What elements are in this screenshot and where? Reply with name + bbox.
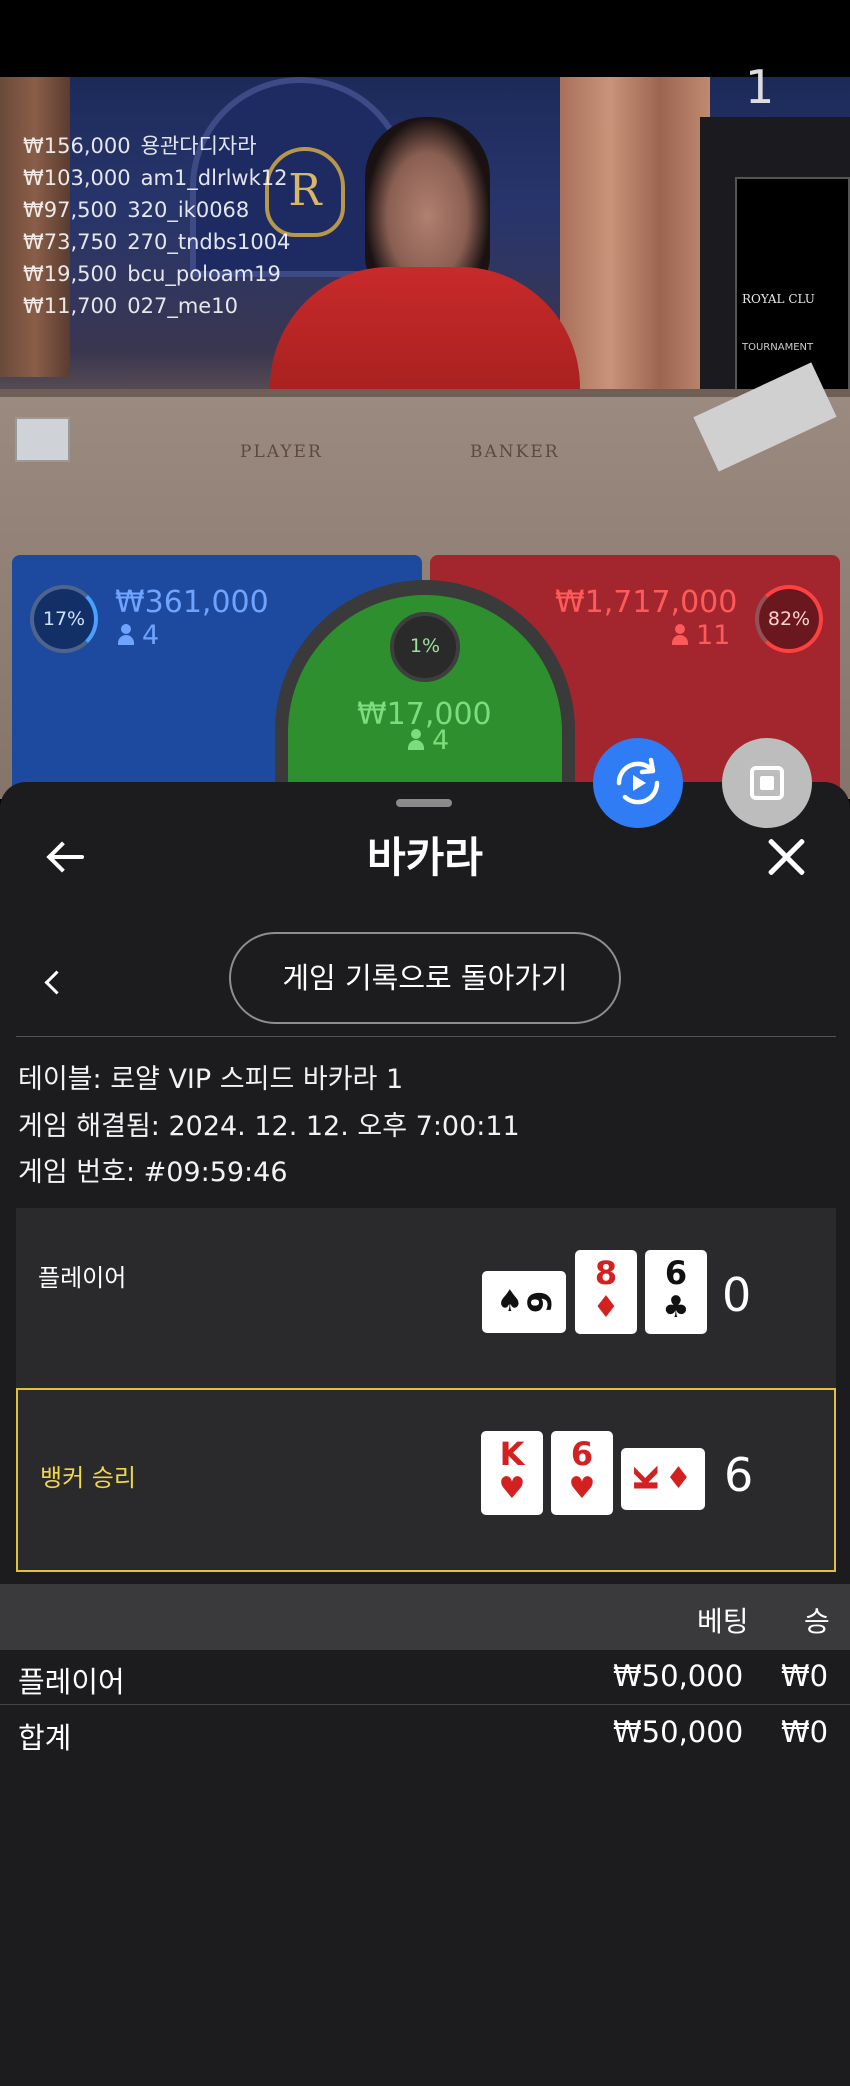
sheet-drag-handle[interactable] — [396, 799, 452, 807]
table-row: 합계 ₩50,000 ₩0 — [0, 1706, 850, 1761]
user-icon — [408, 729, 424, 751]
leaderboard-row: ₩11,700 027_me10 — [23, 290, 290, 322]
table-label-player: PLAYER — [240, 442, 323, 462]
leaderboard-row: ₩19,500 bcu_poloam19 — [23, 258, 290, 290]
resolved-time: 게임 해결됨: 2024. 12. 12. 오후 7:00:11 — [18, 1111, 520, 1142]
playing-card: 6 ♥ — [551, 1431, 613, 1515]
chevron-left-icon[interactable] — [40, 970, 64, 994]
bet-amount: ₩50,000 — [613, 1715, 744, 1749]
card-suit: ♥ — [568, 1471, 596, 1506]
leaderboard-row: ₩156,000 용관다디자라 — [23, 130, 290, 162]
bet-column-header: 베팅 — [697, 1605, 749, 1638]
round-number: 1 — [745, 60, 775, 114]
card-suit: ♦ — [664, 1461, 692, 1496]
card-suit: ♣ — [662, 1290, 690, 1325]
divider — [16, 1036, 836, 1037]
leaderboard-user: 270_tndbs1004 — [127, 230, 291, 254]
card-suit: ♠ — [496, 1284, 524, 1319]
game-history-sheet: 바카라 게임 기록으로 돌아가기 테이블: 로얄 VIP 스피드 바카라 1 게… — [0, 782, 850, 2086]
banker-result-label: 뱅커 승리 — [40, 1464, 136, 1492]
player-score: 0 — [722, 1268, 752, 1322]
table-name: 테이블: 로얄 VIP 스피드 바카라 1 — [18, 1064, 404, 1095]
leaderboard-row: ₩97,500 320_ik0068 — [23, 194, 290, 226]
playing-card: ♠ 9 — [482, 1271, 566, 1333]
playing-card: 6 ♣ — [645, 1250, 707, 1334]
leaderboard-amount: ₩19,500 — [23, 262, 118, 286]
banker-count-value: 11 — [696, 620, 731, 651]
leaderboard-amount: ₩103,000 — [23, 166, 131, 190]
player-result-row: 플레이어 ♠ 9 8 ♦ 6 ♣ 0 — [16, 1208, 836, 1388]
back-to-history-button[interactable]: 게임 기록으로 돌아가기 — [229, 932, 621, 1024]
status-bar — [0, 0, 850, 77]
tie-bettor-count: 4 — [408, 725, 449, 756]
player-total-bet: ₩361,000 — [115, 585, 269, 620]
card-rank: 6 — [664, 1254, 688, 1292]
table-row: 플레이어 ₩50,000 ₩0 — [0, 1650, 850, 1705]
user-icon — [672, 624, 688, 646]
banker-bettor-count: 11 — [672, 620, 730, 651]
discard-tray — [15, 417, 70, 462]
win-amount: ₩0 — [781, 1659, 829, 1693]
stop-icon — [750, 766, 784, 800]
leaderboard-user: 용관다디자라 — [140, 134, 257, 158]
playing-card: 8 ♦ — [575, 1250, 637, 1334]
game-number: 게임 번호: #09:59:46 — [18, 1157, 288, 1188]
tie-percent-gauge: 1% — [390, 612, 460, 682]
banker-total-bet: ₩1,717,000 — [555, 585, 738, 620]
leaderboard-row: ₩103,000 am1_dlrlwk12 — [23, 162, 290, 194]
winners-leaderboard: ₩156,000 용관다디자라 ₩103,000 am1_dlrlwk12 ₩97,… — [23, 130, 290, 322]
player-count-value: 4 — [142, 620, 160, 651]
curtain-right — [560, 77, 710, 407]
table-label-banker: BANKER — [470, 442, 560, 462]
bet-name: 플레이어 — [18, 1665, 125, 1699]
leaderboard-user: 027_me10 — [127, 294, 238, 318]
sheet-title: 바카라 — [367, 833, 483, 882]
card-suit: ♥ — [498, 1471, 526, 1506]
leaderboard-user: bcu_poloam19 — [127, 262, 281, 286]
leaderboard-amount: ₩11,700 — [23, 294, 118, 318]
card-suit: ♦ — [592, 1290, 620, 1325]
card-rank: K — [627, 1466, 666, 1492]
player-result-label: 플레이어 — [38, 1264, 127, 1292]
bet-name: 합계 — [18, 1721, 72, 1755]
banker-percent-gauge: 82% — [755, 585, 823, 653]
close-icon[interactable] — [764, 835, 808, 879]
sign-title: ROYAL CLU — [742, 292, 815, 306]
player-bettor-count: 4 — [118, 620, 159, 651]
win-column-header: 승 — [804, 1605, 830, 1638]
leaderboard-amount: ₩97,500 — [23, 198, 118, 222]
bet-amount: ₩50,000 — [613, 1659, 744, 1693]
banker-result-row: 뱅커 승리 K ♥ 6 ♥ K ♦ 6 — [16, 1388, 836, 1572]
replay-button[interactable] — [593, 738, 683, 828]
win-amount: ₩0 — [781, 1715, 829, 1749]
leaderboard-user: am1_dlrlwk12 — [140, 166, 288, 190]
playing-card: K ♦ — [621, 1448, 705, 1510]
replay-icon — [616, 757, 660, 805]
card-rank: 9 — [521, 1290, 560, 1314]
stop-button[interactable] — [722, 738, 812, 828]
banker-score: 6 — [724, 1448, 754, 1502]
leaderboard-user: 320_ik0068 — [127, 198, 250, 222]
playing-card: K ♥ — [481, 1431, 543, 1515]
user-icon — [118, 624, 134, 646]
leaderboard-amount: ₩73,750 — [23, 230, 118, 254]
tie-count-value: 4 — [432, 725, 450, 756]
player-percent-gauge: 17% — [30, 585, 98, 653]
leaderboard-amount: ₩156,000 — [23, 134, 131, 158]
bets-table-header: 베팅 승 — [0, 1584, 850, 1650]
card-rank: K — [499, 1435, 525, 1473]
card-rank: 6 — [570, 1435, 594, 1473]
sign-subtitle: TOURNAMENT — [742, 342, 814, 353]
card-rank: 8 — [594, 1254, 618, 1292]
leaderboard-row: ₩73,750 270_tndbs1004 — [23, 226, 290, 258]
